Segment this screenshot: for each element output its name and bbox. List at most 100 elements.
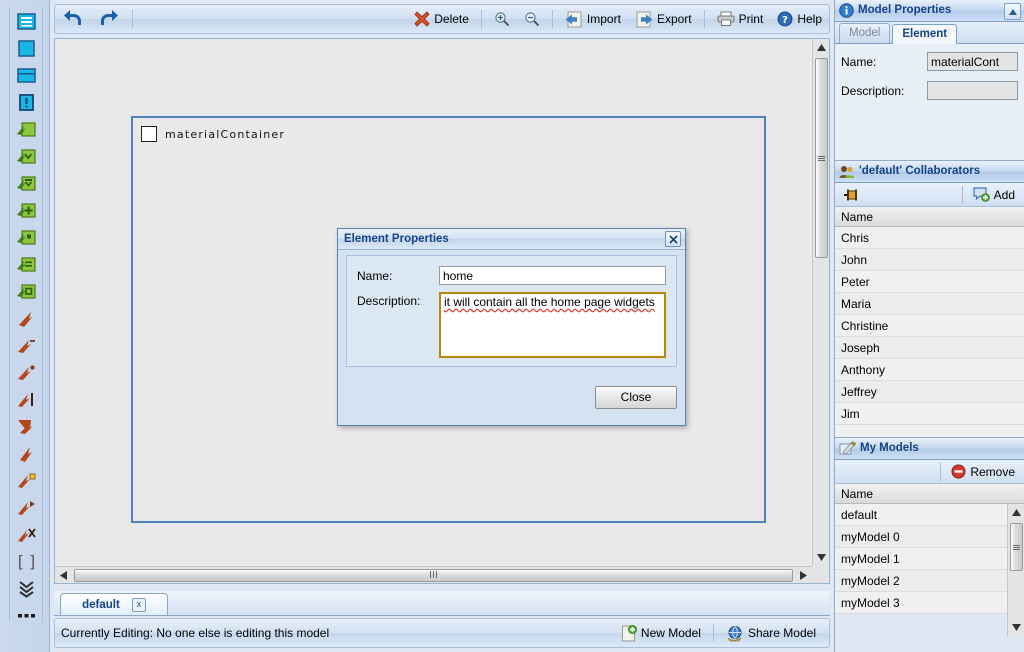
note-element-tool[interactable] (10, 89, 42, 116)
export-button[interactable]: Export (628, 6, 699, 32)
scroll-left-arrow[interactable] (55, 567, 72, 584)
toolbar-separator-2 (480, 10, 482, 28)
brackets-tool[interactable]: [ ] (10, 548, 42, 575)
tab-model-label: Model (849, 27, 881, 39)
zoom-in-button[interactable] (487, 6, 517, 32)
chevrons-tool[interactable] (10, 575, 42, 602)
arrow-filled-tool[interactable] (10, 494, 42, 521)
collapse-model-properties-button[interactable] (1004, 3, 1021, 20)
my-models-scrollbar[interactable] (1007, 504, 1024, 636)
canvas-horizontal-scrollbar[interactable] (55, 566, 812, 583)
export-icon (636, 11, 653, 27)
list-item[interactable]: John (835, 249, 1024, 271)
print-button[interactable]: Print (710, 6, 771, 32)
help-button[interactable]: ? Help (770, 6, 829, 32)
list-item[interactable]: Jeffrey (835, 381, 1024, 403)
new-model-button[interactable]: New Model (614, 620, 708, 646)
zoom-out-button[interactable] (517, 6, 547, 32)
model-properties-tabs: Model Element (835, 22, 1024, 44)
arrow-dot-tool[interactable] (10, 359, 42, 386)
arrow-up-tool[interactable] (10, 440, 42, 467)
tab-element[interactable]: Element (892, 24, 958, 44)
list-item[interactable]: Christine (835, 315, 1024, 337)
delete-icon (414, 11, 430, 27)
arrow-plain-tool[interactable] (10, 305, 42, 332)
list-item[interactable]: Maria (835, 293, 1024, 315)
collaborators-toolbar: Add (835, 183, 1024, 207)
green-check-tool[interactable] (10, 143, 42, 170)
my-models-scroll-up-arrow[interactable] (1008, 504, 1024, 521)
delete-button[interactable]: Delete (407, 6, 476, 32)
export-label: Export (656, 12, 692, 26)
my-models-title: My Models (860, 442, 919, 454)
tab-element-label: Element (902, 28, 948, 40)
application-window: [ ] Delete Import Export Print ? Help ma… (0, 0, 1024, 652)
list-item[interactable]: Peter (835, 271, 1024, 293)
redo-button[interactable] (91, 6, 127, 32)
document-tab-default[interactable]: default x (60, 593, 168, 615)
my-models-scroll-thumb[interactable] (1010, 523, 1023, 571)
pin-collaborators-button[interactable] (839, 184, 867, 206)
element-checkbox[interactable] (141, 126, 157, 142)
list-item[interactable]: default (835, 504, 1007, 526)
scroll-up-arrow[interactable] (813, 39, 830, 56)
remove-model-button[interactable]: Remove (946, 461, 1020, 483)
green-dot-tool[interactable] (10, 224, 42, 251)
add-collaborator-button[interactable]: Add (968, 184, 1020, 206)
list-item[interactable]: Chris (835, 227, 1024, 249)
collaborators-section: 'default' Collaborators Add Name Chris J… (835, 161, 1024, 438)
list-item[interactable]: Anthony (835, 359, 1024, 381)
collaborators-list: Chris John Peter Maria Christine Joseph … (835, 227, 1024, 425)
dialog-close-icon[interactable] (665, 231, 681, 247)
model-name-field[interactable]: materialCont (927, 52, 1018, 71)
green-cut-tool[interactable] (10, 170, 42, 197)
dialog-close-button[interactable]: Close (595, 385, 677, 409)
green-add-tool[interactable] (10, 197, 42, 224)
list-item[interactable]: myModel 1 (835, 548, 1007, 570)
arrow-x-tool[interactable] (10, 521, 42, 548)
canvas-horizontal-scroll-thumb[interactable] (74, 569, 793, 582)
main-toolbar: Delete Import Export Print ? Help (54, 4, 830, 34)
list-item[interactable]: myModel 0 (835, 526, 1007, 548)
undo-button[interactable] (55, 6, 91, 32)
element-properties-dialog: Element Properties Name: home Descriptio… (337, 228, 686, 426)
dialog-name-row: Name: home (357, 266, 666, 285)
arrow-minus-tool[interactable] (10, 332, 42, 359)
green-lines-tool[interactable] (10, 251, 42, 278)
scroll-down-arrow[interactable] (813, 549, 830, 566)
canvas-vertical-scroll-thumb[interactable] (815, 58, 828, 258)
list-item[interactable]: Jim (835, 403, 1024, 425)
add-collaborator-label: Add (993, 187, 1015, 202)
my-models-grid: Name default myModel 0 myModel 1 myModel… (835, 484, 1024, 636)
list-item[interactable]: Joseph (835, 337, 1024, 359)
list-item[interactable]: myModel 2 (835, 570, 1007, 592)
tab-model[interactable]: Model (839, 23, 891, 43)
model-description-field[interactable] (927, 81, 1018, 100)
models-icon (839, 441, 856, 455)
dialog-description-input[interactable]: it will contain all the home page widget… (439, 292, 666, 358)
dialog-name-input[interactable]: home (439, 266, 666, 285)
scroll-right-arrow[interactable] (795, 567, 812, 584)
dialog-footer: Close (346, 377, 677, 417)
list-item[interactable]: myModel 3 (835, 592, 1007, 614)
chevron-up-icon (1008, 8, 1017, 15)
green-plain-tool[interactable] (10, 116, 42, 143)
green-square-tool[interactable] (10, 278, 42, 305)
canvas-vertical-scrollbar[interactable] (812, 39, 829, 566)
document-tab-close-icon[interactable]: x (131, 597, 146, 612)
arrow-bar-tool[interactable] (10, 386, 42, 413)
share-model-icon (727, 625, 742, 641)
undo-icon (64, 10, 81, 25)
my-models-column-header: Name (835, 484, 1007, 504)
scrollbar-corner (812, 566, 829, 583)
share-model-button[interactable]: Share Model (719, 620, 823, 646)
import-button[interactable]: Import (558, 6, 628, 32)
zoom-out-icon (525, 12, 540, 27)
titled-box-tool[interactable] (10, 62, 42, 89)
my-models-scroll-down-arrow[interactable] (1008, 619, 1024, 636)
dots-tool[interactable] (10, 602, 42, 629)
arrow-square-tool[interactable] (10, 467, 42, 494)
box-element-tool[interactable] (10, 35, 42, 62)
arrow-double-tool[interactable] (10, 413, 42, 440)
list-element-tool[interactable] (10, 8, 42, 35)
